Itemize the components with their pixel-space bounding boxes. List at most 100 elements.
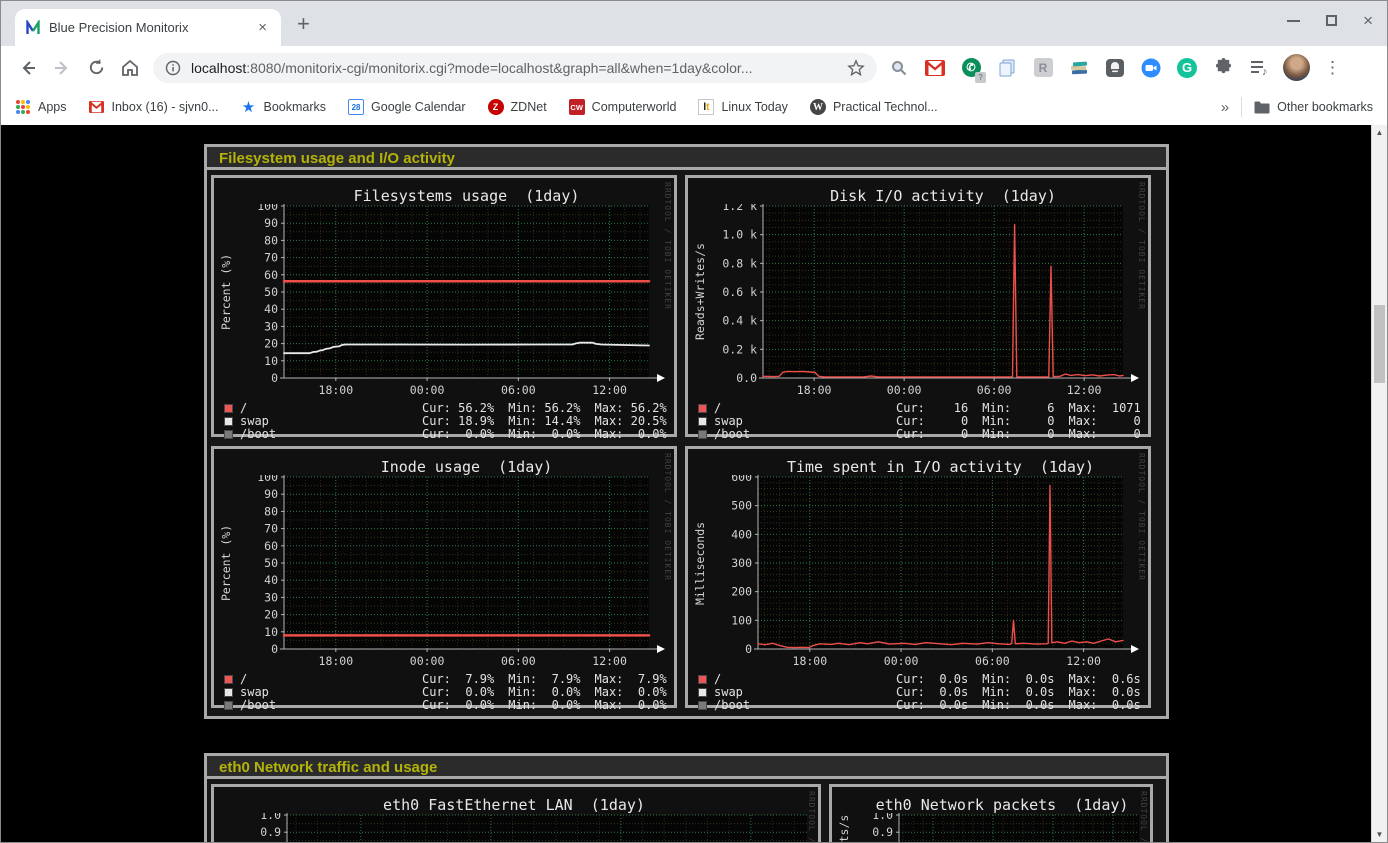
legend-row: /bootCur:0Min:0Max:0 [698,428,1142,441]
svg-text:0: 0 [745,642,752,656]
bookmark-inbox[interactable]: Inbox (16) - sjvn0... [89,99,219,115]
bell-extension-icon[interactable] [1102,55,1128,81]
maximize-icon[interactable] [1326,15,1337,26]
svg-text:0: 0 [271,371,278,385]
computerworld-icon: CW [569,99,585,115]
eth0-packets-chart[interactable]: 1.00.9 [832,813,1156,842]
svg-text:06:00: 06:00 [977,383,1012,397]
filesystems-usage-chart[interactable]: 18:0000:0006:0012:0001020304050607080901… [214,204,680,404]
legend-stat-label: Min: [508,699,537,712]
svg-text:30: 30 [264,319,278,333]
disk-io-chart[interactable]: 18:0000:0006:0012:000.00.2 k0.4 k0.6 k0.… [688,204,1154,404]
home-button[interactable] [113,51,147,85]
r-extension-icon[interactable]: R [1030,55,1056,81]
legend-swatch [698,430,707,439]
bookmark-practical-technology[interactable]: W Practical Technol... [810,99,938,115]
svg-text:18:00: 18:00 [319,654,354,668]
legend-stat-value: 0.0s [1097,699,1140,712]
legend-stat-value: 0.0% [623,428,666,441]
page-info-icon[interactable] [165,60,181,76]
graph-legend: /Cur:0.0sMin:0.0sMax:0.6sswapCur:0.0sMin… [698,673,1142,712]
graph-panel-io-time[interactable]: Time spent in I/O activity (1day) Millis… [685,446,1151,708]
browser-tab[interactable]: Blue Precision Monitorix × [15,9,281,46]
scroll-up-icon[interactable]: ▲ [1372,128,1387,137]
search-extension-icon[interactable] [886,55,912,81]
url-host: localhost [191,60,246,76]
apps-shortcut[interactable]: Apps [15,99,67,115]
svg-text:90: 90 [264,216,278,230]
inode-usage-chart[interactable]: 18:0000:0006:0012:0001020304050607080901… [214,475,680,675]
folder-icon [1254,99,1270,115]
apps-label: Apps [38,100,67,114]
new-tab-button[interactable]: + [297,11,310,37]
graph-panel-eth0-lan[interactable]: eth0 FastEthernet LAN (1day) 1.00.90.80.… [211,784,821,842]
svg-text:200: 200 [731,585,752,599]
books-extension-icon[interactable] [1066,55,1092,81]
scroll-down-icon[interactable]: ▼ [1372,830,1387,839]
io-time-chart[interactable]: 18:0000:0006:0012:000100200300400500600 [688,475,1154,675]
legend-stat-value: 0 [1011,428,1054,441]
svg-text:1.0 k: 1.0 k [722,228,757,242]
rrdtool-branding: RRDTOOL / TOBI OETIKER [663,182,672,310]
graph-panel-disk-io[interactable]: Disk I/O activity (1day) Reads+Writes/s … [685,175,1151,437]
other-bookmarks-label: Other bookmarks [1277,100,1373,114]
puzzle-extensions-icon[interactable] [1210,55,1236,81]
svg-text:50: 50 [264,285,278,299]
grammarly-extension-icon[interactable]: G [1174,55,1200,81]
svg-text:00:00: 00:00 [410,654,445,668]
profile-avatar[interactable] [1283,54,1310,81]
legend-swatch [698,404,707,413]
graph-panel-eth0-packets[interactable]: eth0 Network packets (1day) Packets/s 1.… [829,784,1153,842]
bookmark-google-calendar[interactable]: 28 Google Calendar [348,99,466,115]
minimize-icon[interactable] [1287,20,1300,22]
svg-text:18:00: 18:00 [793,654,828,668]
svg-text:0.6 k: 0.6 k [722,285,757,299]
svg-text:100: 100 [731,613,752,627]
vertical-scrollbar[interactable]: ▲ ▼ [1371,125,1387,842]
legend-series-name: /boot [714,428,882,441]
copy-pages-extension-icon[interactable] [994,55,1020,81]
page-content: Filesystem usage and I/O activity Filesy… [1,125,1387,842]
zoom-extension-icon[interactable] [1138,55,1164,81]
bookmark-zdnet[interactable]: Z ZDNet [488,99,547,115]
bookmarks-overflow-chevron[interactable]: » [1221,99,1229,116]
bookmark-bookmarks[interactable]: ★ Bookmarks [241,99,327,115]
url-text[interactable]: localhost:8080/monitorix-cgi/monitorix.c… [191,60,847,76]
bookmark-computerworld[interactable]: CW Computerworld [569,99,677,115]
svg-text:100: 100 [257,475,278,484]
legend-series-name: /boot [714,699,882,712]
zdnet-icon: Z [488,99,504,115]
svg-text:12:00: 12:00 [1067,383,1102,397]
svg-text:500: 500 [731,499,752,513]
tab-close-icon[interactable]: × [254,19,271,36]
legend-stat-value: 0.0% [451,428,494,441]
graph-panel-inode-usage[interactable]: Inode usage (1day) Percent (%) 18:0000:0… [211,446,677,708]
reload-button[interactable] [79,51,113,85]
phone-extension-icon[interactable]: ✆ ? [958,55,984,81]
address-bar[interactable]: localhost:8080/monitorix-cgi/monitorix.c… [153,53,877,83]
eth0-lan-chart[interactable]: 1.00.90.80.7 [214,813,824,842]
legend-stat-value: 0.0% [537,699,580,712]
svg-text:12:00: 12:00 [1066,654,1101,668]
svg-text:12:00: 12:00 [592,654,627,668]
close-icon[interactable]: × [1363,15,1373,26]
other-bookmarks[interactable]: Other bookmarks [1254,99,1373,115]
legend-swatch [698,701,707,710]
apps-grid-icon [15,99,31,115]
forward-button[interactable] [45,51,79,85]
svg-text:00:00: 00:00 [887,383,922,397]
bookmark-linux-today[interactable]: lt Linux Today [698,99,788,115]
svg-text:60: 60 [264,539,278,553]
svg-text:18:00: 18:00 [319,383,354,397]
back-button[interactable] [11,51,45,85]
playlist-extension-icon[interactable]: ♪ [1246,55,1272,81]
legend-stat-label: Max: [1069,428,1098,441]
scrollbar-thumb[interactable] [1374,305,1385,383]
legend-stat-label: Cur: [422,428,451,441]
tab-title: Blue Precision Monitorix [49,20,254,35]
browser-menu-icon[interactable]: ⋮ [1324,58,1341,78]
legend-stat-label: Min: [508,428,537,441]
gmail-extension-icon[interactable] [922,55,948,81]
graph-panel-filesystems-usage[interactable]: Filesystems usage (1day) Percent (%) 18:… [211,175,677,437]
bookmark-star-icon[interactable] [847,59,865,77]
